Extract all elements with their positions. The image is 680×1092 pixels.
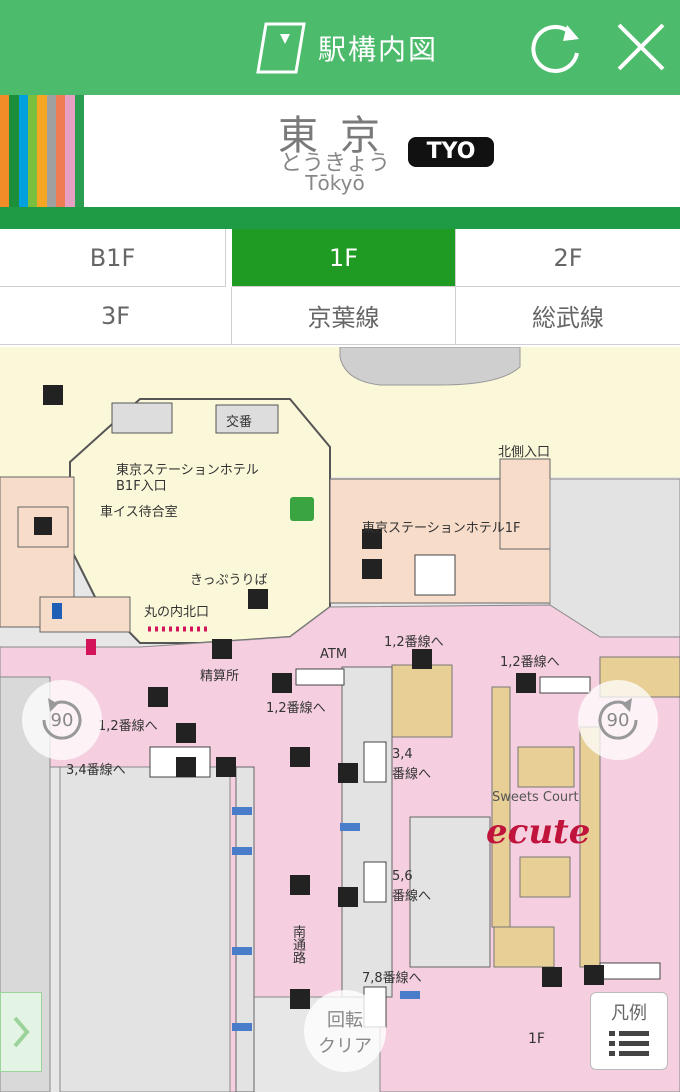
rotation-clear-button[interactable]: 回転 クリア <box>304 990 386 1072</box>
label-to-track-56b: 番線へ <box>392 889 432 904</box>
chevron-right-icon <box>13 1016 30 1048</box>
label-to-track-12-a: 1,2番線へ <box>384 635 444 650</box>
line-color-stripe <box>74 95 84 207</box>
line-color-stripe <box>55 95 66 207</box>
line-color-stripe <box>37 95 47 207</box>
legend-button[interactable]: 凡例 <box>590 992 668 1070</box>
line-color-stripe <box>18 95 28 207</box>
station-name-roman: Tōkyō <box>305 171 365 195</box>
label-marunouchi-north: 丸の内北口 <box>144 605 210 620</box>
rotate-right-button[interactable]: 90 <box>578 680 658 760</box>
label-hotel-1f: 東京ステーションホテル1F <box>362 521 521 536</box>
refresh-icon <box>531 24 579 73</box>
rotate-right-degrees: 90 <box>606 709 630 731</box>
label-south-passage: 南通路 <box>290 925 305 964</box>
tab-b1f[interactable]: B1F <box>0 229 226 287</box>
label-to-track-78: 7,8番線へ <box>362 971 422 986</box>
label-to-track-34-a: 3,4番線へ <box>66 763 126 778</box>
label-north-entrance: 北側入口 <box>498 445 551 460</box>
page-title: 駅構内図 <box>318 33 439 66</box>
label-to-track-12-b: 1,2番線へ <box>500 655 560 670</box>
station-banner: 東京 とうきょう Tōkyō TYO <box>0 95 680 207</box>
label-wheelchair-room: 車イス待合室 <box>100 505 178 520</box>
line-color-stripe <box>46 95 56 207</box>
refresh-button[interactable] <box>524 14 590 80</box>
label-to-track-12-c: 1,2番線へ <box>266 701 326 716</box>
tab-3f[interactable]: 3F <box>0 287 232 345</box>
label-ticket-office: きっぷうりば <box>190 573 268 588</box>
line-color-stripes <box>0 95 84 207</box>
line-color-stripe <box>65 95 75 207</box>
title-group: 駅構内図 <box>254 20 438 76</box>
map-icon <box>256 22 306 74</box>
rotate-left-button[interactable]: 90 <box>22 680 102 760</box>
banner-divider <box>0 207 680 229</box>
app-header: 駅構内図 <box>0 0 680 95</box>
label-to-track-12-d: 1,2番線へ <box>98 719 158 734</box>
label-to-track-34-b: 3,4 <box>392 747 413 762</box>
line-color-stripe <box>9 95 19 207</box>
label-floor: 1F <box>528 1031 545 1047</box>
tab-keiyo-line[interactable]: 京葉線 <box>232 287 456 345</box>
line-color-stripe <box>27 95 38 207</box>
tab-sobu-line[interactable]: 総武線 <box>456 287 680 345</box>
line-color-stripe <box>0 95 10 207</box>
clear-label-line1: 回転 <box>327 1010 363 1031</box>
label-to-track-34-b2: 番線へ <box>392 767 432 782</box>
clear-label-line2: クリア <box>318 1036 372 1057</box>
label-sweets-court: Sweets Court <box>492 790 579 805</box>
close-button[interactable] <box>608 14 674 80</box>
label-koban: 交番 <box>226 415 253 430</box>
label-hotel-b1-sub: B1F入口 <box>116 479 167 494</box>
label-fare-adjustment: 精算所 <box>200 669 240 684</box>
ecute-logo: ecute <box>486 812 591 852</box>
tab-2f[interactable]: 2F <box>456 229 680 287</box>
floor-tabs: B1F 1F 2F 3F 京葉線 総武線 <box>0 229 680 347</box>
close-icon <box>617 23 665 71</box>
label-to-track-56: 5,6 <box>392 869 413 884</box>
side-panel-toggle[interactable] <box>0 992 42 1072</box>
tab-1f[interactable]: 1F <box>232 229 456 287</box>
legend-label: 凡例 <box>611 1003 647 1024</box>
station-code-badge: TYO <box>408 137 494 167</box>
list-icon <box>609 1031 649 1056</box>
label-atm: ATM <box>320 647 348 662</box>
rotate-left-degrees: 90 <box>50 709 74 731</box>
